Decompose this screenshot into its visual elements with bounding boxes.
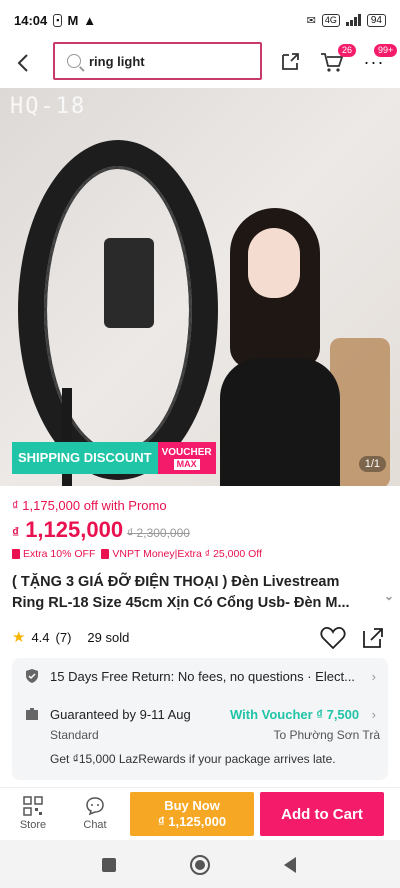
network-type: 4G (321, 13, 340, 27)
more-button[interactable]: ··· 99+ (360, 44, 398, 76)
return-policy-text: 15 Days Free Return: No fees, no questio… (50, 668, 355, 684)
recent-apps-icon[interactable] (98, 854, 120, 876)
extra-off-label: Extra 10% OFF (23, 548, 96, 560)
warning-icon: ▲ (83, 12, 97, 28)
mail-icon: M (67, 12, 79, 28)
lazrewards-text: Get ₫15,000 LazRewards if your package a… (50, 752, 336, 766)
original-price: ₫ 2,300,000 (127, 526, 190, 540)
search-value: ring light (89, 53, 145, 69)
rating-row[interactable]: ★ 4.4 (7) 29 sold (12, 628, 129, 646)
promo-banner: SHIPPING DISCOUNT VOUCHER MAX (12, 442, 216, 474)
back-triangle-icon[interactable] (280, 854, 302, 876)
wifi-icon: ✉ (306, 14, 316, 27)
delivery-guarantee: Guaranteed by 9-11 Aug (50, 706, 191, 722)
tag-icon (12, 549, 20, 559)
buy-now-price: ₫ 1,125,000 (157, 814, 227, 829)
app-notification-icon: ▪ (53, 13, 63, 27)
voucher-shipping-offer: With Voucher ₫ 7,500 (230, 706, 360, 722)
product-title-text: ( TẶNG 3 GIÁ ĐỠ ĐIỆN THOẠI ) Đèn Livestr… (12, 574, 350, 611)
wishlist-heart-icon[interactable] (320, 625, 346, 651)
rating-value: 4.4 (31, 629, 50, 645)
product-image[interactable]: HQ-18 (0, 88, 400, 486)
shipping-type: Standard (50, 728, 99, 742)
notification-icons: ▪ M ▲ (53, 13, 96, 28)
battery-indicator: 94 (366, 13, 386, 27)
delivery-row[interactable]: Guaranteed by 9-11 Aug With Voucher ₫ 7,… (12, 706, 388, 722)
image-watermark: HQ-18 (10, 94, 87, 119)
search-icon (67, 54, 81, 68)
star-icon: ★ (12, 629, 26, 646)
more-count-badge: 99+ (374, 44, 398, 57)
share-header-button[interactable] (276, 48, 304, 76)
chat-icon (86, 797, 104, 816)
store-button[interactable]: Store (8, 796, 58, 831)
add-to-cart-button[interactable]: Add to Cart (260, 792, 384, 836)
status-bar: 14:04 ▪ M ▲ ✉ 4G 94 (0, 0, 400, 40)
cart-count-badge: 26 (338, 44, 357, 57)
voucher-max-label: MAX (173, 458, 200, 470)
add-to-cart-label: Add to Cart (281, 805, 363, 823)
review-count: (7) (55, 629, 72, 645)
chevron-left-icon (17, 54, 28, 72)
phone-holder-graphic (104, 238, 154, 328)
buy-now-label: Buy Now (164, 798, 220, 813)
status-time: 14:04 (14, 12, 48, 28)
model-graphic (210, 208, 360, 486)
search-input[interactable]: ring light (53, 42, 262, 80)
return-policy-row[interactable]: 15 Days Free Return: No fees, no questio… (12, 668, 388, 684)
chat-button[interactable]: Chat (70, 796, 120, 831)
sold-count: 29 sold (87, 629, 130, 645)
home-icon[interactable] (189, 854, 211, 876)
store-label: Store (19, 819, 47, 831)
shipping-destination: To Phường Sơn Trà (273, 728, 381, 742)
extra-off-tag[interactable]: Extra 10% OFF (12, 548, 95, 560)
chevron-down-icon[interactable]: ⌄ (384, 586, 394, 607)
image-counter: 1/1 (358, 456, 386, 472)
bottom-action-bar: Store Chat Buy Now ₫ 1,125,000 Add to Ca… (0, 787, 400, 839)
vnpt-money-label: VNPT Money|Extra ₫ 25,000 Off (112, 548, 262, 560)
price-section: ₫ 1,175,000 off with Promo ₫ 1,125,000 ₫… (12, 498, 388, 560)
chat-label: Chat (83, 819, 107, 831)
shipping-details: Standard To Phường Sơn Trà (50, 728, 380, 742)
signal-icon (345, 14, 361, 26)
model-dress (220, 358, 340, 486)
shipping-discount-label: SHIPPING DISCOUNT (12, 442, 158, 474)
delivery-info-box: 15 Days Free Return: No fees, no questio… (12, 658, 388, 780)
header: ring light 26 ··· 99+ (0, 40, 400, 86)
buy-now-button[interactable]: Buy Now ₫ 1,125,000 (130, 792, 254, 836)
tag-icon (101, 549, 110, 559)
system-navigation-bar (0, 840, 400, 888)
product-title[interactable]: ( TẶNG 3 GIÁ ĐỠ ĐIỆN THOẠI ) Đèn Livestr… (12, 572, 394, 614)
share-icon (282, 53, 299, 70)
package-icon (26, 708, 38, 720)
voucher-max-badge: VOUCHER MAX (157, 442, 216, 474)
back-button[interactable] (0, 40, 46, 86)
current-price: 1,125,000 (25, 517, 124, 542)
share-icon[interactable] (361, 626, 385, 650)
vnpt-money-tag[interactable]: VNPT Money|Extra ₫ 25,000 Off (101, 548, 262, 560)
cart-button[interactable]: 26 (318, 44, 357, 76)
chevron-right-icon: › (371, 706, 376, 722)
shield-icon (26, 669, 38, 683)
model-face (248, 228, 300, 298)
currency-symbol: ₫ (12, 524, 20, 540)
chevron-right-icon: › (371, 668, 376, 684)
store-qr-icon (23, 796, 43, 816)
promo-savings-text: ₫ 1,175,000 off with Promo (12, 498, 167, 513)
voucher-label: VOUCHER (161, 446, 212, 458)
